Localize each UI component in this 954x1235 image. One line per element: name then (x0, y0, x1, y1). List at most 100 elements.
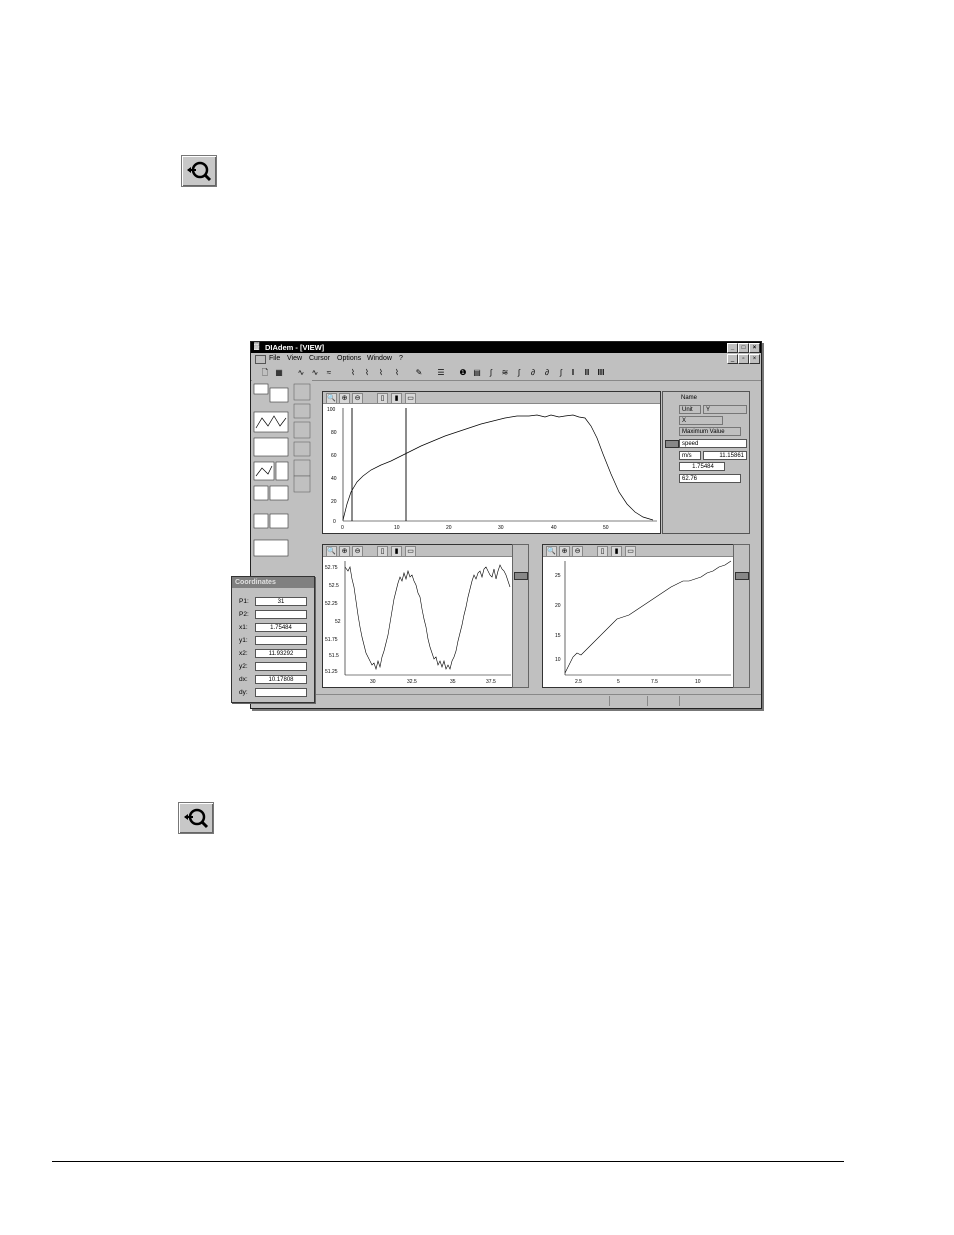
unit-field[interactable]: m/s (679, 451, 701, 460)
scale2-icon[interactable]: ▮ (391, 546, 402, 557)
tool5-icon[interactable]: ∂ (527, 368, 539, 378)
x2-value[interactable]: 11.93292 (255, 649, 307, 658)
tool-icon[interactable]: ▤ (471, 368, 483, 378)
y-field[interactable]: 11.15861 (703, 451, 747, 460)
doc-restore-button[interactable]: ▫ (738, 354, 749, 364)
panel-slider[interactable] (665, 440, 679, 448)
tool2-icon[interactable]: ∫ (485, 368, 497, 378)
zoom-out-icon[interactable]: ⊖ (352, 546, 363, 557)
page-footer-rule (52, 1161, 844, 1162)
tool4-icon[interactable]: ∫ (513, 368, 525, 378)
doc-icon[interactable] (255, 355, 266, 364)
info-icon[interactable]: ❶ (457, 368, 469, 378)
y2-value[interactable] (255, 662, 307, 671)
y-tick: 60 (331, 453, 337, 459)
menu-view[interactable]: View (287, 355, 302, 362)
curve2-icon[interactable]: ∿ (309, 368, 321, 378)
scroll-thumb[interactable] (735, 572, 749, 580)
speed-curve (342, 414, 654, 521)
tool7-icon[interactable]: ∫ (555, 368, 567, 378)
menu-cursor[interactable]: Cursor (309, 355, 330, 362)
pen-icon[interactable]: ✎ (413, 368, 425, 378)
x-tick: 5 (617, 679, 620, 685)
zoom-area-icon[interactable]: ⊕ (339, 546, 350, 557)
menu-options[interactable]: Options (337, 355, 361, 362)
list-icon[interactable]: ☰ (435, 368, 447, 378)
scale3-icon[interactable]: ▭ (405, 546, 416, 557)
coord-row-x2: x2: 11.93292 (235, 648, 311, 659)
zoom-area-icon[interactable]: ⊕ (339, 393, 350, 404)
scale3-icon[interactable]: ▭ (625, 546, 636, 557)
y-tick: 52.5 (329, 583, 339, 589)
cursor-mode3-icon[interactable]: ⌇ (375, 368, 387, 378)
menu-window[interactable]: Window (367, 355, 392, 362)
scale2-icon[interactable]: ▮ (391, 393, 402, 404)
y-tick: 20 (331, 499, 337, 505)
y-tick: 80 (331, 430, 337, 436)
scale-icon[interactable]: ▯ (597, 546, 608, 557)
minimize-button[interactable]: _ (727, 343, 738, 353)
x-tick: 40 (551, 525, 557, 531)
new-icon[interactable]: 🗋 (259, 368, 271, 378)
doc-close-button[interactable]: × (749, 354, 760, 364)
y-tick: 20 (555, 603, 561, 609)
x-field[interactable]: 1.75484 (679, 462, 725, 471)
coordinates-title: Coordinates (232, 577, 314, 588)
zoom-out-icon[interactable]: ⊖ (352, 393, 363, 404)
title-bar: ▓ DIAdem - [VIEW] _ □ × (251, 342, 761, 353)
bottom-left-scrollbar[interactable] (512, 544, 529, 688)
p1-value[interactable]: 31 (255, 597, 307, 606)
close-button[interactable]: × (749, 343, 760, 353)
x1-value[interactable]: 1.75484 (255, 623, 307, 632)
app-icon: ▓ (254, 343, 260, 350)
top-chart-pane[interactable]: 🔍 ⊕ ⊖ ▯ ▮ ▭ 100 80 60 40 20 0 0 10 20 30… (322, 391, 661, 534)
bottom-right-chart-pane[interactable]: 🔍 ⊕ ⊖ ▯ ▮ ▭ 25 20 15 10 2.5 5 7.5 10 (542, 544, 734, 688)
zoom-area-icon[interactable]: ⊕ (559, 546, 570, 557)
curve3-icon[interactable]: ≈ (323, 368, 335, 378)
dx-value[interactable]: 10.17808 (255, 675, 307, 684)
coord-row-x1: x1: 1.75484 (235, 622, 311, 633)
menu-file[interactable]: File (269, 355, 280, 362)
y-tick: 15 (555, 633, 561, 639)
doc-minimize-button[interactable]: _ (727, 354, 738, 364)
scale2-icon[interactable]: ▮ (611, 546, 622, 557)
zoom-in-icon[interactable]: 🔍 (326, 393, 337, 404)
cursor-iii-icon[interactable]: III (595, 368, 607, 378)
zoom-in-icon[interactable]: 🔍 (546, 546, 557, 557)
y-tick: 51.5 (329, 653, 339, 659)
curve-icon[interactable]: ∿ (295, 368, 307, 378)
cursor-mode-icon[interactable]: ⌇ (347, 368, 359, 378)
bl-pane-toolbar: 🔍 ⊕ ⊖ ▯ ▮ ▭ (323, 545, 512, 557)
zoom-out-icon[interactable]: ⊖ (572, 546, 583, 557)
bottom-left-chart-pane[interactable]: 🔍 ⊕ ⊖ ▯ ▮ ▭ 52.75 52.5 52.25 52 51.75 51… (322, 544, 513, 688)
max-value-field[interactable]: 62.76 (679, 474, 741, 483)
scale-icon[interactable]: ▯ (377, 393, 388, 404)
cursor-i-icon[interactable]: I (567, 368, 579, 378)
maximize-button[interactable]: □ (738, 343, 749, 353)
tool3-icon[interactable]: ≋ (499, 368, 511, 378)
bottom-right-scrollbar[interactable] (733, 544, 750, 688)
tool6-icon[interactable]: ∂ (541, 368, 553, 378)
y-tick: 100 (327, 407, 336, 413)
x-label: X (679, 416, 723, 425)
menu-bar: File View Cursor Options Window ? _ ▫ × (251, 354, 761, 364)
zoom-in-icon[interactable]: 🔍 (326, 546, 337, 557)
bottom-left-chart: 52.75 52.5 52.25 52 51.75 51.5 51.25 30 … (325, 561, 511, 685)
coord-row-p1: P1: 31 (235, 596, 311, 607)
y1-value[interactable] (255, 636, 307, 645)
menu-help[interactable]: ? (399, 355, 403, 362)
name-field[interactable]: speed (679, 439, 747, 448)
y-tick: 0 (333, 519, 336, 525)
dy-value[interactable] (255, 688, 307, 697)
y-tick: 25 (555, 573, 561, 579)
p2-value[interactable] (255, 610, 307, 619)
cursor-ii-icon[interactable]: II (581, 368, 593, 378)
grid-icon[interactable]: ▦ (273, 368, 285, 378)
y-tick: 51.25 (325, 669, 338, 675)
scale3-icon[interactable]: ▭ (405, 393, 416, 404)
cursor-mode2-icon[interactable]: ⌇ (361, 368, 373, 378)
scale-icon[interactable]: ▯ (377, 546, 388, 557)
cursor-mode4-icon[interactable]: ⌇ (391, 368, 403, 378)
scroll-thumb[interactable] (514, 572, 528, 580)
status-bar (251, 694, 761, 707)
